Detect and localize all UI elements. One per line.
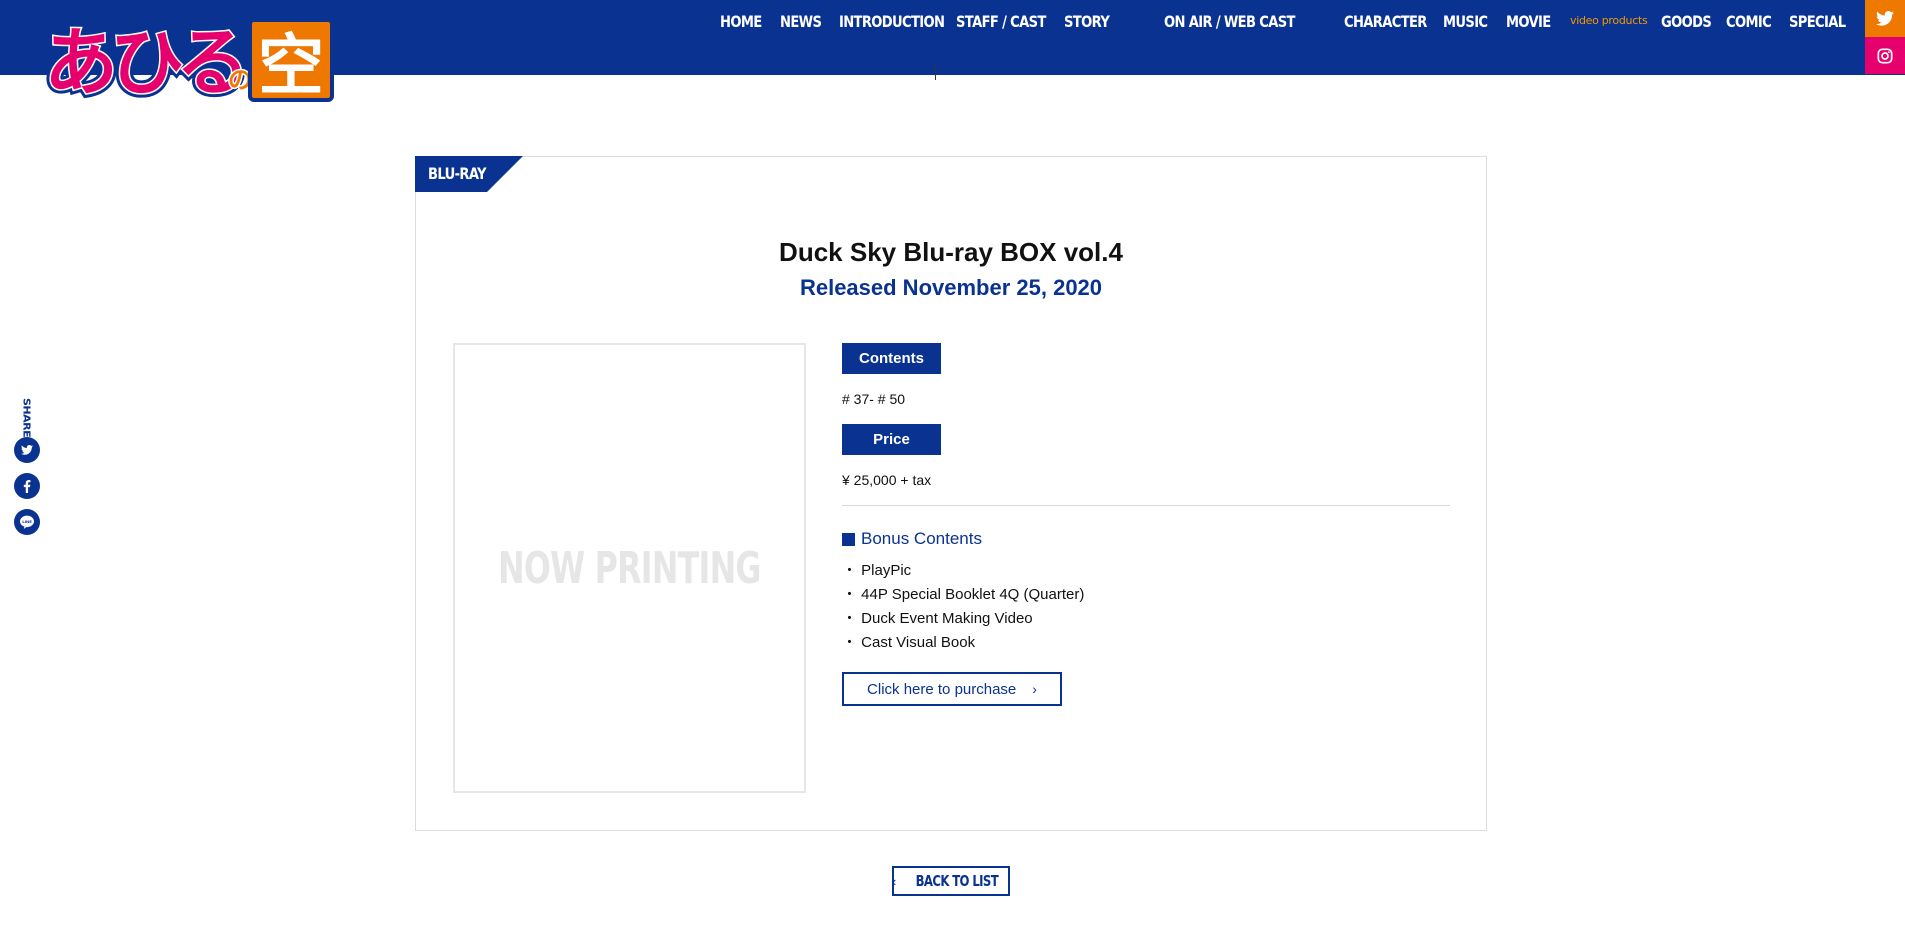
bonus-item: ・ Duck Event Making Video xyxy=(842,610,1033,627)
site-logo[interactable]: あひる あひる の 空 xyxy=(40,10,340,110)
chevron-left-icon: ‹ xyxy=(891,873,897,889)
facebook-icon xyxy=(23,479,31,493)
bonus-item: ・ 44P Special Booklet 4Q (Quarter) xyxy=(842,586,1085,603)
nav-home[interactable]: HOME xyxy=(720,12,762,31)
back-to-list-label: BACK TO LIST xyxy=(915,872,999,890)
nav-goods[interactable]: GOODS xyxy=(1661,12,1712,31)
contents-label: Contents xyxy=(842,343,941,374)
nav-staff-cast[interactable]: STAFF / CAST xyxy=(956,12,1046,31)
purchase-button-label: Click here to purchase xyxy=(867,680,1017,698)
line-icon: LINE xyxy=(20,515,34,529)
category-label: BLU-RAY xyxy=(428,164,487,183)
nav-story[interactable]: STORY xyxy=(1064,12,1110,31)
scroll-indicator-line xyxy=(935,64,936,80)
release-date: Released November 25, 2020 xyxy=(799,275,1103,300)
nav-comic[interactable]: COMIC xyxy=(1726,12,1772,31)
bonus-item: ・ Cast Visual Book xyxy=(842,634,976,651)
bonus-heading-text: Bonus Contents xyxy=(861,529,982,548)
nav-introduction[interactable]: INTRODUCTION xyxy=(839,12,945,31)
header-twitter-button[interactable] xyxy=(1865,0,1905,37)
nav-character[interactable]: CHARACTER xyxy=(1344,12,1427,31)
contents-value: # 37- # 50 xyxy=(842,391,906,407)
jacket-placeholder-text: NOW PRINTING xyxy=(498,542,761,594)
nav-music[interactable]: MUSIC xyxy=(1443,12,1488,31)
header-instagram-button[interactable] xyxy=(1865,37,1905,74)
svg-text:LINE: LINE xyxy=(22,519,32,524)
logo-text-ahiru-inner: あひる xyxy=(44,20,242,106)
info-divider xyxy=(842,505,1450,506)
header-social xyxy=(1865,0,1905,74)
bonus-heading: Bonus Contents xyxy=(842,529,982,549)
nav-on-air-web-cast[interactable]: ON AIR / WEB CAST xyxy=(1164,12,1295,31)
back-to-list-button[interactable]: ‹ BACK TO LIST xyxy=(892,866,1010,896)
nav-movie[interactable]: MOVIE xyxy=(1506,12,1551,31)
price-value: ¥ 25,000 + tax xyxy=(842,472,932,488)
category-tag: BLU-RAY xyxy=(415,156,523,192)
share-twitter-button[interactable] xyxy=(14,437,40,463)
bonus-item: ・ PlayPic xyxy=(842,562,912,579)
purchase-button[interactable]: Click here to purchase › xyxy=(842,672,1062,706)
square-bullet-icon xyxy=(842,532,855,546)
price-label: Price xyxy=(842,424,941,455)
product-jacket-image: NOW PRINTING xyxy=(453,343,806,793)
twitter-icon xyxy=(21,445,33,455)
chevron-right-icon: › xyxy=(1032,681,1037,697)
share-line-button[interactable]: LINE xyxy=(14,509,40,535)
nav-video-products[interactable]: video products xyxy=(1570,14,1648,27)
nav-news[interactable]: NEWS xyxy=(780,12,822,31)
share-facebook-button[interactable] xyxy=(14,473,40,499)
product-title: Duck Sky Blu-ray BOX vol.4 xyxy=(779,237,1123,267)
nav-special[interactable]: SPECIAL xyxy=(1789,12,1846,31)
bonus-list: ・ PlayPic ・ 44P Special Booklet 4Q (Quar… xyxy=(842,559,1084,655)
twitter-icon xyxy=(1876,11,1894,26)
share-label: SHARE xyxy=(20,398,33,438)
product-card: BLU-RAY Duck Sky Blu-ray BOX vol.4 Relea… xyxy=(415,156,1487,831)
logo-text-sora: 空 xyxy=(258,27,324,104)
instagram-icon xyxy=(1877,48,1893,63)
